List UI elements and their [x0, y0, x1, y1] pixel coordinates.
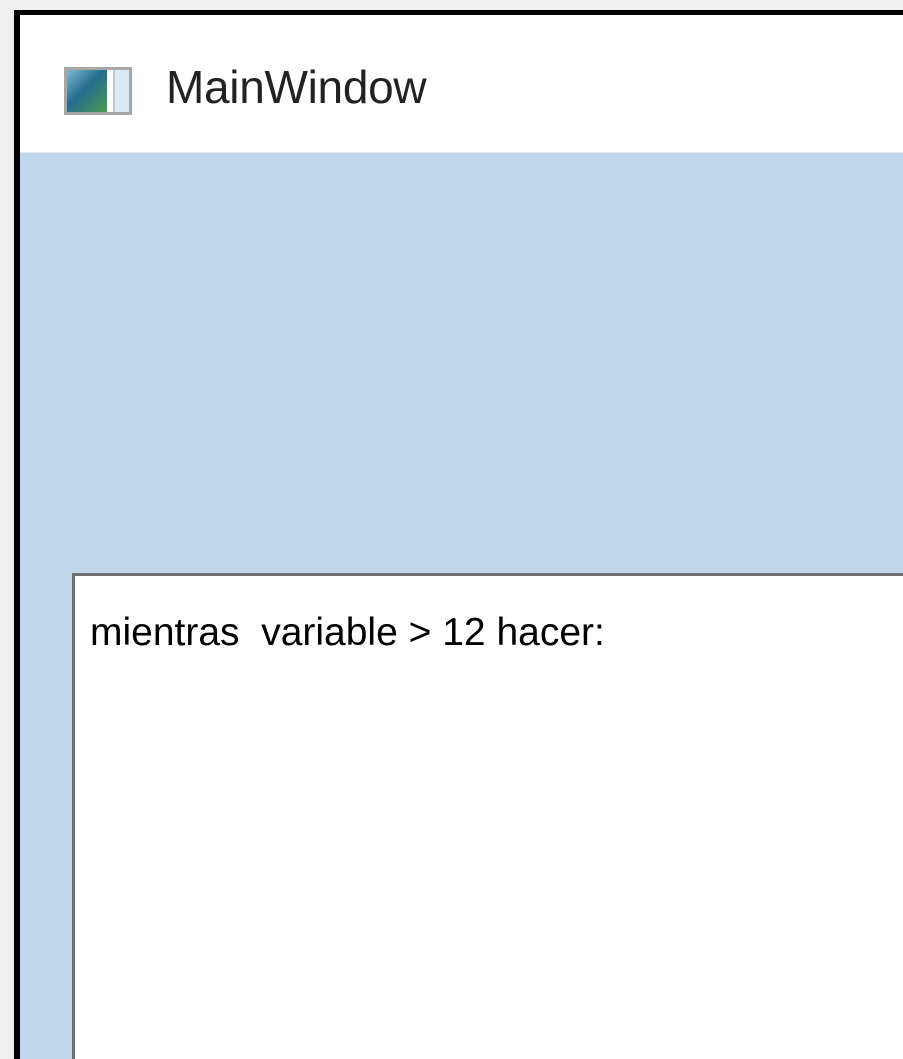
title-bar[interactable]: MainWindow — [20, 15, 903, 153]
window-title: MainWindow — [166, 61, 427, 113]
client-area: mientras variable > 12 hacer: — [20, 153, 903, 1059]
main-window: MainWindow mientras variable > 12 hacer: — [20, 15, 903, 1059]
window-app-icon[interactable] — [64, 67, 132, 115]
code-text-editor[interactable]: mientras variable > 12 hacer: — [72, 573, 903, 1059]
